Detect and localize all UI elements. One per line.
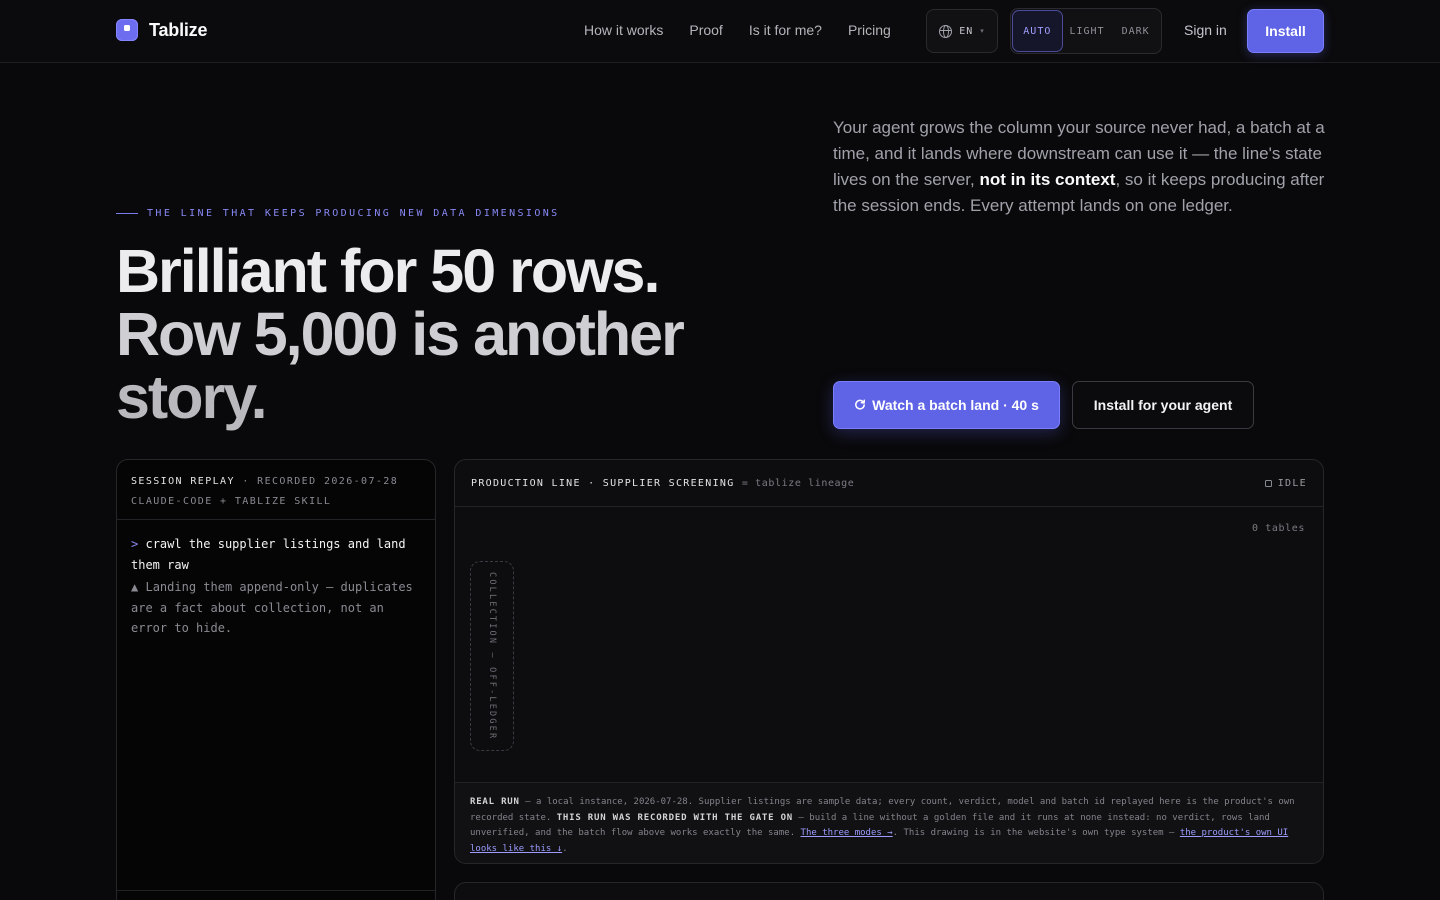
status-text: IDLE (1277, 477, 1307, 489)
watch-batch-label: Watch a batch land · 40 s (872, 397, 1039, 413)
collection-lane: COLLECTION — OFF-LEDGER (470, 561, 514, 751)
brand-logo[interactable]: Tablize (116, 19, 207, 41)
replay-icon (855, 399, 866, 410)
status-indicator: IDLE (1264, 477, 1307, 489)
language-code: EN (959, 25, 974, 37)
prompt-marker: > (131, 537, 139, 551)
brand-name: Tablize (149, 19, 208, 40)
session-divider (117, 890, 435, 891)
tablize-logo-icon (116, 19, 138, 41)
production-line-header: PRODUCTION LINE · SUPPLIER SCREENING = t… (455, 460, 1323, 507)
real-run-text-3: . This drawing is in the website's own t… (892, 828, 1180, 838)
user-prompt: > crawl the supplier listings and land t… (131, 534, 421, 575)
theme-light-button[interactable]: LIGHT (1063, 10, 1112, 52)
three-modes-link[interactable]: The three modes → (801, 828, 893, 838)
headline-line-2: Row 5,000 is another (116, 300, 685, 368)
nav-how-it-works[interactable]: How it works (584, 22, 663, 38)
session-header: SESSION REPLAY · RECORDED 2026-07-28 CLA… (117, 460, 435, 520)
hero-description: Your agent grows the column your source … (833, 115, 1325, 219)
production-line-subtitle: = tablize lineage (741, 477, 855, 489)
nav-pricing[interactable]: Pricing (848, 22, 891, 38)
language-selector[interactable]: EN ▾ (926, 9, 998, 53)
lineage-canvas: 0 tables COLLECTION — OFF-LEDGER (455, 507, 1323, 782)
install-for-agent-button[interactable]: Install for your agent (1072, 381, 1254, 429)
theme-switcher: AUTO LIGHT DARK (1010, 8, 1162, 54)
next-section-card (454, 882, 1324, 900)
real-run-label: REAL RUN (470, 797, 520, 807)
lede-emphasis: not in its context (979, 170, 1116, 189)
status-square-icon (1264, 479, 1272, 487)
watch-batch-button[interactable]: Watch a batch land · 40 s (833, 381, 1060, 429)
warning-triangle-icon: ▲ (131, 580, 139, 594)
main-nav: How it works Proof Is it for me? Pricing (584, 22, 891, 38)
gate-on-label: THIS RUN WAS RECORDED WITH THE GATE ON (556, 812, 794, 823)
theme-dark-button[interactable]: DARK (1111, 10, 1160, 52)
hero-headline: Brilliant for 50 rows. Row 5,000 is anot… (116, 240, 776, 429)
top-nav-bar: Tablize How it works Proof Is it for me?… (0, 0, 1440, 63)
theme-auto-button[interactable]: AUTO (1012, 10, 1063, 52)
collection-label: COLLECTION — OFF-LEDGER (487, 571, 497, 741)
globe-icon (939, 24, 953, 38)
real-run-text-4: . (562, 843, 568, 854)
session-label: SESSION REPLAY (131, 476, 235, 487)
nav-proof[interactable]: Proof (689, 22, 722, 38)
real-run-note: REAL RUN — a local instance, 2026-07-28.… (455, 782, 1323, 863)
agent-note-text: Landing them append-only — duplicates ar… (131, 580, 413, 635)
production-line-title: PRODUCTION LINE · SUPPLIER SCREENING (471, 477, 735, 489)
session-transcript: > crawl the supplier listings and land t… (117, 520, 435, 639)
install-button[interactable]: Install (1247, 9, 1324, 53)
session-agent: CLAUDE-CODE + TABLIZE SKILL (131, 496, 332, 507)
chevron-down-icon: ▾ (980, 28, 985, 35)
prompt-text: crawl the supplier listings and land the… (131, 537, 406, 572)
sign-in-link[interactable]: Sign in (1184, 22, 1227, 38)
headline-line-1: Brilliant for 50 rows. (116, 237, 660, 305)
headline-line-3: story. (116, 363, 268, 431)
tables-count: 0 tables (1252, 523, 1305, 534)
hero-eyebrow: THE LINE THAT KEEPS PRODUCING NEW DATA D… (116, 208, 560, 219)
session-recorded: · RECORDED 2026-07-28 (242, 476, 399, 487)
session-replay-panel: SESSION REPLAY · RECORDED 2026-07-28 CLA… (116, 459, 436, 900)
agent-note: ▲ Landing them append-only — duplicates … (131, 577, 421, 639)
production-line-panel: PRODUCTION LINE · SUPPLIER SCREENING = t… (454, 459, 1324, 864)
nav-is-it-for-me[interactable]: Is it for me? (749, 22, 822, 38)
